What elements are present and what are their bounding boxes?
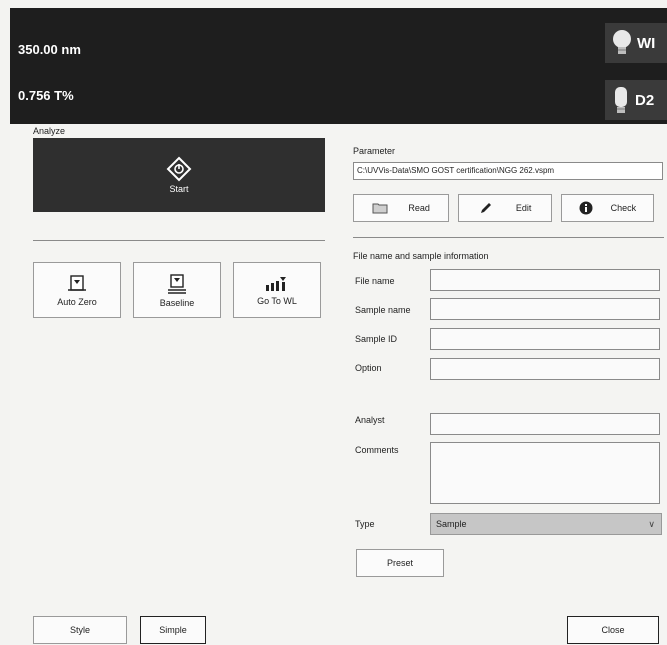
file-name-label: File name (355, 276, 395, 286)
option-label: Option (355, 363, 382, 373)
lamp-d2-button[interactable]: D2 (605, 80, 667, 120)
left-divider (33, 240, 325, 241)
folder-icon (372, 203, 388, 214)
comments-input[interactable] (430, 442, 660, 504)
auto-zero-label: Auto Zero (57, 296, 97, 307)
baseline-label: Baseline (159, 297, 195, 308)
type-select-value: Sample (436, 519, 467, 529)
simple-button[interactable]: Simple (140, 616, 206, 644)
parameter-path-field[interactable]: C:\UVVis-Data\SMO GOST certification\NGG… (353, 162, 663, 180)
status-bar: 350.00 nm 0.756 T% WI D2 (10, 8, 667, 124)
info-icon (579, 201, 593, 215)
read-button[interactable]: Read (353, 194, 449, 222)
lamp-wi-label: WI (637, 34, 656, 52)
wavelength-readout: 350.00 nm (18, 42, 81, 57)
analyst-input[interactable] (430, 413, 660, 435)
sample-id-label: Sample ID (355, 334, 398, 344)
analyst-label: Analyst (355, 415, 385, 425)
preset-button[interactable]: Preset (356, 549, 444, 577)
chevron-down-icon: ∨ (648, 519, 655, 529)
file-name-input[interactable] (430, 269, 660, 291)
analyze-section-label: Analyze (33, 126, 66, 136)
sample-name-label: Sample name (355, 305, 411, 315)
close-button[interactable]: Close (567, 616, 659, 644)
goto-wl-icon (266, 276, 286, 291)
pencil-icon (480, 203, 491, 213)
edit-button[interactable]: Edit (458, 194, 552, 222)
read-label: Read (408, 203, 430, 213)
auto-zero-button[interactable]: Auto Zero (33, 262, 121, 318)
lamp-d2-label: D2 (635, 91, 655, 109)
start-label: Start (169, 184, 189, 194)
transmittance-readout: 0.756 T% (18, 88, 74, 103)
start-icon (166, 156, 192, 182)
right-divider (353, 237, 664, 238)
bulb-icon (613, 30, 631, 54)
style-button[interactable]: Style (33, 616, 127, 644)
sample-name-input[interactable] (430, 298, 660, 320)
check-label: Check (610, 203, 637, 213)
d2-lamp-icon (615, 87, 627, 113)
auto-zero-icon (68, 274, 86, 291)
edit-label: Edit (515, 203, 532, 213)
analyze-dialog: Analyze Start Auto Zero Baseline Go To W… (10, 124, 667, 645)
baseline-button[interactable]: Baseline (133, 262, 221, 318)
comments-label: Comments (355, 445, 399, 455)
start-button[interactable]: Start (33, 138, 325, 212)
check-button[interactable]: Check (561, 194, 654, 222)
file-info-section-label: File name and sample information (353, 251, 489, 261)
goto-wl-label: Go To WL (257, 295, 297, 306)
sample-id-input[interactable] (430, 328, 660, 350)
type-select[interactable]: Sample ∨ (430, 513, 662, 535)
baseline-icon (168, 273, 186, 294)
parameter-section-label: Parameter (353, 146, 396, 156)
goto-wl-button[interactable]: Go To WL (233, 262, 321, 318)
option-input[interactable] (430, 358, 660, 380)
lamp-wi-button[interactable]: WI (605, 23, 667, 63)
type-label: Type (355, 519, 375, 529)
